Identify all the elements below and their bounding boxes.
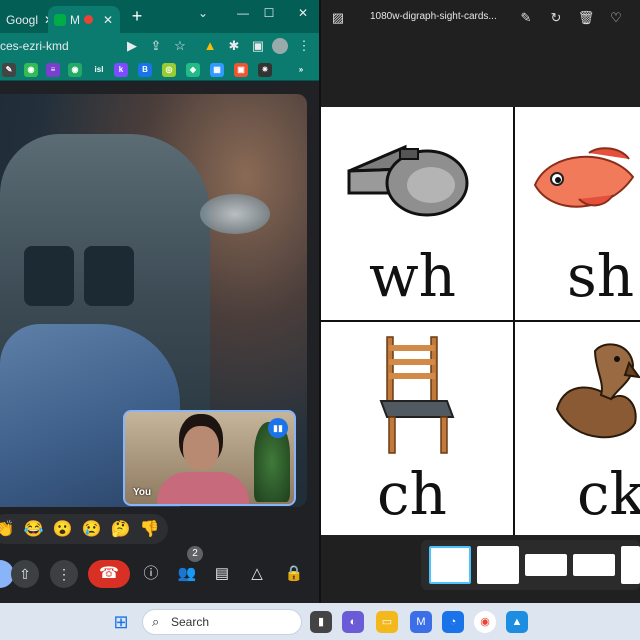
bookmark-icon[interactable]: ✎ [2,63,16,77]
bookmark-b-icon[interactable]: B [138,63,152,77]
photos-taskbar-icon[interactable]: ▲ [506,611,528,633]
activities-icon[interactable]: △ [247,564,267,584]
bookmark-icon[interactable]: ≡ [46,63,60,77]
reaction-clap-icon[interactable]: 👏 [0,519,19,539]
favorite-heart-icon[interactable]: ♡ [607,9,625,27]
tab-search-icon[interactable]: ⌄ [192,4,214,22]
app-icon[interactable]: M [410,611,432,633]
bookmarks-overflow-icon[interactable]: » [294,63,308,77]
people-count-badge: 2 [187,546,203,562]
bookmark-icon[interactable]: ✷ [258,63,272,77]
tab-google-label: Googl [6,12,39,27]
thumbnail[interactable] [573,554,615,576]
desktop: Googl ✕ M ✕ + ⌄ — ☐ ✕ ces-ezri-kmd ▶ ⇪ ☆… [0,0,640,640]
tab-strip: Googl ✕ M ✕ + ⌄ — ☐ ✕ [0,0,319,33]
app-icon[interactable]: ◔ [442,611,464,633]
main-video-tile: You ▮▮ [0,94,307,507]
reactions-bar: 👏 😂 😮 😢 🤔 👎 [0,514,168,544]
profile-avatar[interactable] [272,38,288,54]
digraph-card-image: wh sh ch ck [321,107,640,535]
end-call-button[interactable]: ☎ [88,560,130,588]
chrome-taskbar-icon[interactable]: ◉ [474,611,496,633]
minimize-button[interactable]: — [232,4,254,22]
more-options-button[interactable]: ⋮ [50,560,78,588]
share-icon[interactable]: ⇪ [148,38,164,54]
thumbnail-selected[interactable] [429,546,471,584]
fish-icon [533,147,635,208]
chat-icon[interactable]: ▤ [212,564,232,584]
bookmarks-bar: ✎ ◉ ≡ ◉ isl k B ◎ ◆ ▦ ▣ ✷ » [0,59,319,81]
reaction-sad-icon[interactable]: 😢 [77,519,106,539]
recording-icon [84,15,93,24]
chair-icon [379,336,455,454]
bookmark-icon[interactable]: ◆ [186,63,200,77]
start-button-icon[interactable]: ⊞ [110,611,132,633]
self-view-label: You [133,487,152,498]
bookmark-icon[interactable]: ▦ [210,63,224,77]
bookmark-globe-icon[interactable]: ◉ [24,63,38,77]
bookmark-globe-icon[interactable]: ◉ [68,63,82,77]
self-view-tile[interactable]: You ▮▮ [123,410,296,506]
duck-icon [555,343,640,439]
tab-meet-label: M [70,12,80,27]
new-tab-button[interactable]: + [126,6,148,28]
bookmark-icon[interactable]: ◎ [162,63,176,77]
bookmark-icon[interactable]: ▣ [234,63,248,77]
search-placeholder: Search [171,615,210,629]
host-controls-icon[interactable]: 🔒 [284,564,304,584]
browser-toolbar: ces-ezri-kmd ▶ ⇪ ☆ ▲ ✱ ▣ ⋮ [0,33,319,59]
close-window-button[interactable]: ✕ [292,4,314,22]
call-controls: ⇧ ⋮ ☎ ⓘ 2 👥 ▤ △ 🔒 [0,546,319,594]
camera-icon[interactable]: ▶ [124,38,140,54]
side-panel-icon[interactable]: ▣ [250,38,266,54]
address-bar[interactable]: ces-ezri-kmd [0,34,122,58]
bookmark-star-icon[interactable]: ☆ [172,38,188,54]
whistle-icon [347,144,469,217]
reaction-thumbs-down-icon[interactable]: 👎 [135,519,164,539]
card-divider-horizontal [321,320,640,322]
task-view-icon[interactable]: ▮ [310,611,332,633]
meet-favicon-icon [54,13,66,26]
drive-extension-icon[interactable]: ▲ [202,38,218,54]
bookmark-k-icon[interactable]: k [114,63,128,77]
viewer-title: 1080w-digraph-sight-cards... [370,11,497,22]
reaction-thinking-icon[interactable]: 🤔 [106,519,135,539]
tab-google[interactable]: Googl ✕ [0,6,54,33]
teams-icon[interactable]: ◐ [342,611,364,633]
speaking-indicator-icon: ▮▮ [268,418,288,438]
card-word-ck: ck [577,460,640,528]
thumbnail[interactable] [621,546,640,584]
reaction-surprised-icon[interactable]: 😮 [48,519,77,539]
rotate-icon[interactable]: ↻ [547,9,565,27]
file-explorer-icon[interactable]: ▭ [376,611,398,633]
reaction-laugh-icon[interactable]: 😂 [19,519,48,539]
chrome-window: Googl ✕ M ✕ + ⌄ — ☐ ✕ ces-ezri-kmd ▶ ⇪ ☆… [0,0,319,603]
extensions-icon[interactable]: ✱ [226,38,242,54]
thumbnail[interactable] [477,546,519,584]
windows-taskbar: ⊞ ⌕ Search ▮ ◐ ▭ M ◔ ◉ ▲ [0,603,640,640]
meet-call-area: You ▮▮ 👏 😂 😮 😢 🤔 👎 ⇧ ⋮ ☎ ⓘ 2 👥 ▤ △ 🔒 [0,82,319,603]
search-icon: ⌕ [152,614,160,629]
bookmark-isl-icon[interactable]: isl [90,63,108,77]
card-word-wh: wh [369,242,456,310]
edit-icon[interactable]: ✎ [517,9,535,27]
taskbar-search[interactable]: ⌕ Search [142,609,302,635]
maximize-button[interactable]: ☐ [258,4,280,22]
filmstrip [421,540,640,590]
present-screen-button[interactable]: ⇧ [11,560,39,588]
card-word-ch: ch [377,460,447,528]
delete-icon[interactable]: 🗑 [577,9,595,27]
image-icon: ▨ [331,10,345,25]
photos-viewer-window: ▨ 1080w-digraph-sight-cards... ✎ ↻ 🗑 ♡ w… [321,0,640,603]
menu-kebab-icon[interactable]: ⋮ [296,38,312,54]
tab-meet[interactable]: M ✕ [48,6,120,33]
card-word-sh: sh [567,242,635,310]
thumbnail[interactable] [525,554,567,576]
people-icon[interactable]: 👥 [177,564,197,584]
meeting-info-icon[interactable]: ⓘ [141,564,161,584]
tab-close-icon[interactable]: ✕ [103,13,113,27]
